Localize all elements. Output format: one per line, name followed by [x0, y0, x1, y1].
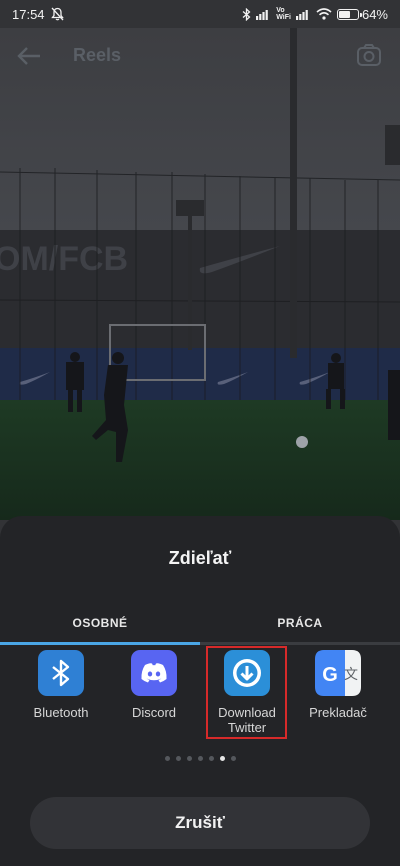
share-target-label: Prekladač — [309, 705, 367, 720]
share-sheet-title: Zdieľať — [168, 548, 232, 568]
page-dot — [197, 756, 203, 761]
share-sheet: Zdieľať OSOBNÉ PRÁCA Bluetooth Discord D… — [0, 516, 400, 866]
camera-button[interactable] — [354, 40, 384, 70]
signal-icon — [256, 9, 271, 20]
page-dot — [175, 756, 181, 761]
page-indicator — [0, 756, 400, 761]
translate-app-icon: G文 — [315, 650, 361, 696]
page-dot — [186, 756, 192, 761]
signal-icon-2 — [295, 9, 311, 20]
page-dot — [164, 756, 170, 761]
reels-header: Reels — [0, 36, 400, 76]
tab-work[interactable]: PRÁCA — [200, 608, 400, 638]
page-dot — [230, 756, 236, 761]
bluetooth-app-icon — [38, 650, 84, 696]
status-time: 17:54 — [12, 6, 45, 22]
battery-percent: 64% — [361, 6, 388, 22]
battery-indicator: 64% — [336, 6, 388, 22]
share-target-discord[interactable]: Discord — [109, 650, 199, 745]
tab-personal[interactable]: OSOBNÉ — [0, 608, 200, 638]
bluetooth-icon — [242, 7, 251, 21]
share-app-list: Bluetooth Discord Download Twitter G文 Pre… — [0, 650, 400, 751]
share-target-translate[interactable]: G文 Prekladač — [293, 650, 383, 745]
wifi-icon — [316, 8, 332, 20]
share-target-label: Discord — [131, 705, 177, 720]
page-title: Reels — [73, 45, 122, 65]
battery-icon — [336, 8, 362, 20]
highlight-annotation-box — [206, 646, 287, 739]
page-dot — [208, 756, 214, 761]
back-button[interactable] — [14, 42, 44, 70]
arrow-left-icon — [17, 47, 40, 65]
tab-active-indicator — [0, 642, 200, 645]
discord-app-icon — [131, 650, 177, 696]
camera-icon — [357, 44, 381, 66]
mute-icon — [50, 7, 64, 21]
status-bar: 17:54 Vo WiFi 64% — [0, 0, 400, 28]
svg-text:G: G — [322, 664, 338, 686]
page-dot — [219, 756, 225, 761]
share-target-label: Bluetooth — [33, 705, 89, 720]
vowifi-indicator: Vo WiFi — [276, 7, 291, 21]
cancel-button[interactable]: Zrušiť — [30, 797, 370, 849]
svg-text:文: 文 — [344, 667, 358, 683]
share-target-bluetooth[interactable]: Bluetooth — [16, 650, 106, 745]
stadium-banner-text: OM/FCB — [0, 240, 128, 278]
